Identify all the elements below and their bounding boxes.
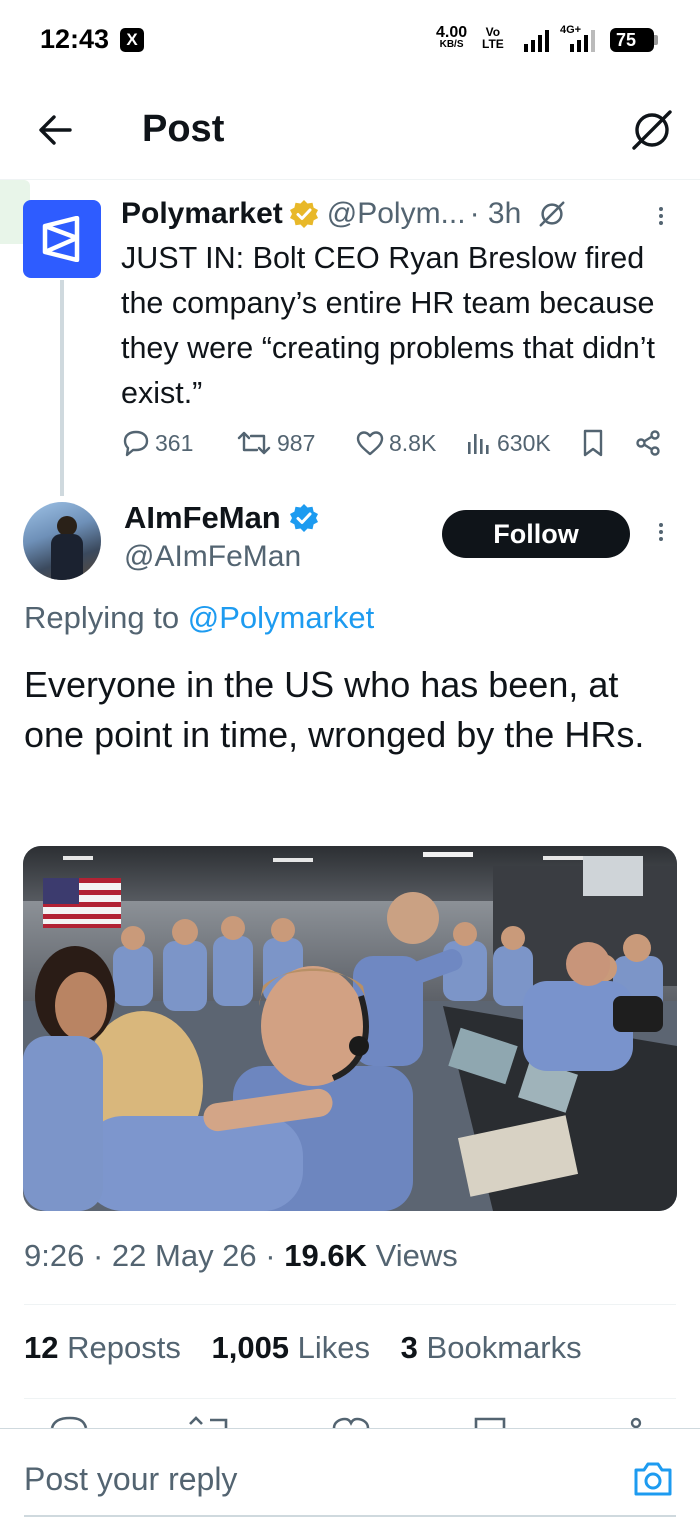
- replying-to-line: Replying to @Polymarket: [24, 600, 374, 636]
- views-count: 630K: [497, 429, 551, 456]
- network-speed-unit: KB/S: [439, 39, 464, 50]
- status-time: 12:43: [40, 24, 110, 54]
- polymarket-logo-icon: [42, 216, 80, 262]
- thread-connector: [60, 280, 64, 496]
- reposts-stat-count: 12: [24, 1330, 59, 1365]
- network-speed: 4.00 KB/S: [436, 25, 467, 50]
- tweet-views-label: Views: [375, 1238, 458, 1273]
- divider: [24, 1398, 676, 1399]
- likes-stat[interactable]: 1,005 Likes: [211, 1330, 370, 1365]
- tweet-meta: 9:26 · 22 May 26 · 19.6K Views: [24, 1238, 458, 1274]
- parent-time: · 3h: [469, 197, 522, 230]
- reply-composer: Post your reply: [0, 1428, 700, 1526]
- volte-indicator: Vo LTE: [482, 26, 504, 50]
- follow-button[interactable]: Follow: [442, 510, 630, 558]
- replying-to-mention[interactable]: @Polymarket: [188, 600, 375, 635]
- author-name[interactable]: AImFeMan: [124, 500, 281, 536]
- heart-icon: [356, 431, 384, 456]
- like-count: 8.8K: [389, 429, 437, 456]
- reply-underline: [24, 1515, 676, 1517]
- signal-strength-icon: [524, 30, 549, 52]
- parent-action-bar: 361 987 8.8K 630K: [121, 426, 681, 460]
- arrow-left-icon: [39, 115, 72, 145]
- action-bar-peek: [0, 1414, 700, 1428]
- parent-tweet[interactable]: Polymarket @Polym... · 3h JUST IN: Bolt …: [0, 180, 700, 496]
- share-icon: [636, 430, 660, 456]
- volte-bottom: LTE: [482, 37, 504, 51]
- signal-strength-2-icon: [570, 30, 595, 52]
- bookmarks-stat-count: 3: [400, 1330, 418, 1365]
- camera-button[interactable]: [632, 1459, 674, 1499]
- camera-icon: [634, 1462, 672, 1496]
- battery-indicator: 75: [610, 28, 658, 52]
- verified-gold-badge-icon: [289, 200, 318, 228]
- avatar[interactable]: [23, 502, 101, 580]
- engagement-stats: 12 Reposts 1,005 Likes 3 Bookmarks: [24, 1330, 582, 1366]
- reposts-stat-label: Reposts: [67, 1330, 181, 1365]
- reply-input[interactable]: Post your reply: [24, 1461, 237, 1498]
- verified-blue-badge-icon: [289, 504, 318, 532]
- reposts-stat[interactable]: 12 Reposts: [24, 1330, 181, 1365]
- repost-icon: [237, 431, 271, 455]
- tweet-date: · 22 May 26 ·: [92, 1238, 276, 1273]
- replying-prefix: Replying to: [24, 600, 180, 635]
- status-bar: 12:43 X 4.00 KB/S Vo LTE 4G+ 75: [0, 0, 700, 80]
- tweet-time: 9:26: [24, 1238, 85, 1273]
- likes-stat-label: Likes: [297, 1330, 371, 1365]
- divider: [24, 1304, 676, 1305]
- likes-stat-count: 1,005: [211, 1330, 290, 1365]
- polymarket-avatar[interactable]: [23, 200, 101, 278]
- grok-icon: [632, 110, 672, 150]
- bookmarks-stat[interactable]: 3 Bookmarks: [401, 1330, 582, 1365]
- views-button[interactable]: 630K: [465, 426, 551, 460]
- parent-handle: @Polym...: [326, 197, 466, 230]
- bookmark-button[interactable]: [579, 426, 611, 460]
- author-handle[interactable]: @AImFeMan: [124, 540, 301, 574]
- photo-illustration: [23, 846, 677, 1211]
- bookmark-icon: [583, 429, 603, 457]
- reply-button[interactable]: 361: [121, 426, 193, 460]
- grok-icon[interactable]: [537, 199, 567, 229]
- repost-count: 987: [277, 429, 316, 456]
- tweet-text: Everyone in the US who has been, at one …: [24, 664, 645, 755]
- bookmarks-stat-label: Bookmarks: [426, 1330, 582, 1365]
- back-button[interactable]: [34, 108, 78, 152]
- grok-button[interactable]: [628, 106, 676, 154]
- parent-author-name[interactable]: Polymarket: [121, 197, 283, 231]
- reply-icon: [123, 430, 149, 457]
- x-app-notification-icon: X: [120, 28, 144, 52]
- author-row: AImFeMan: [124, 498, 319, 538]
- parent-more-options-button[interactable]: [655, 204, 667, 234]
- tweet-photo[interactable]: [23, 846, 677, 1211]
- top-app-bar: Post: [0, 80, 700, 180]
- parent-tweet-text: JUST IN: Bolt CEO Ryan Breslow fired the…: [121, 241, 656, 410]
- parent-author-row: Polymarket @Polym... · 3h: [121, 194, 567, 234]
- tweet-views-count: 19.6K: [284, 1238, 367, 1273]
- reply-count: 361: [155, 429, 194, 456]
- page-title: Post: [142, 108, 225, 150]
- views-bar-chart-icon: [468, 434, 489, 454]
- more-options-button[interactable]: [655, 520, 667, 550]
- repost-button[interactable]: 987: [235, 426, 315, 460]
- like-button[interactable]: 8.8K: [355, 426, 436, 460]
- action-icons-peek: [50, 1416, 642, 1428]
- share-button[interactable]: [633, 426, 667, 460]
